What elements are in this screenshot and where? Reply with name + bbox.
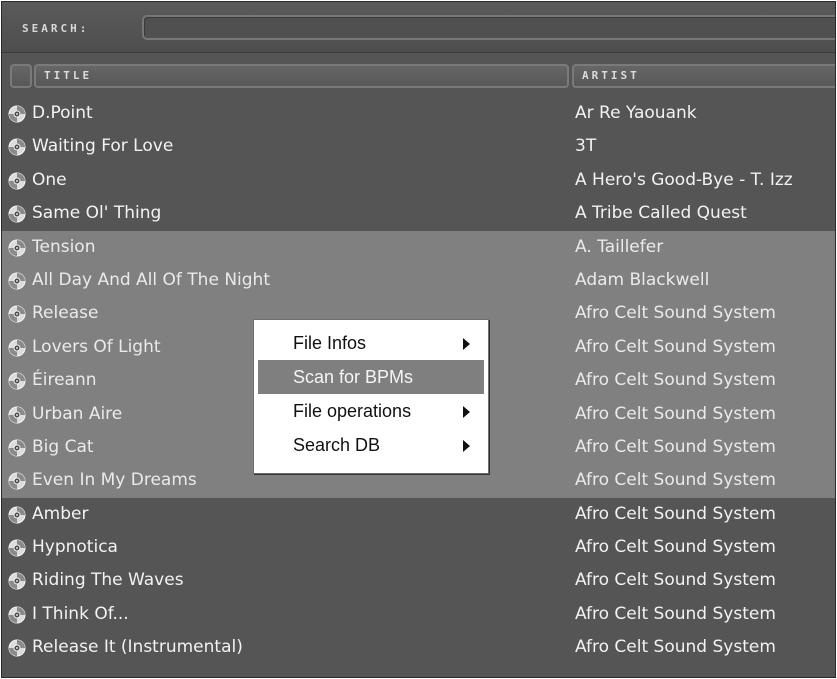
track-row[interactable]: All Day And All Of The Night Adam Blackwe… — [2, 263, 835, 298]
track-row[interactable]: Same Ol' Thing A Tribe Called Quest — [2, 197, 835, 230]
track-title: One — [32, 169, 67, 190]
track-row[interactable]: Release It (Instrumental) Afro Celt Sound… — [2, 631, 835, 664]
cd-icon — [8, 639, 26, 657]
cd-icon — [8, 138, 26, 156]
cd-icon — [8, 272, 26, 290]
music-browser-window: SEARCH: TITLE ARTIST D.Point Ar Re Yaouan… — [1, 1, 836, 678]
cd-icon — [8, 572, 26, 590]
track-row[interactable]: Hypnotica Afro Celt Sound System — [2, 531, 835, 564]
track-title: Even In My Dreams — [32, 470, 197, 491]
track-row[interactable]: Riding The Waves Afro Celt Sound System — [2, 564, 835, 597]
track-artist: A. Taillefer — [575, 236, 664, 257]
column-header-row: TITLE ARTIST — [2, 64, 835, 90]
track-title: Riding The Waves — [32, 570, 184, 591]
cd-icon — [8, 205, 26, 223]
track-artist: Afro Celt Sound System — [575, 603, 776, 624]
track-row[interactable]: Waiting For Love 3T — [2, 130, 835, 163]
track-title: Lovers Of Light — [32, 336, 161, 357]
submenu-arrow-icon — [463, 338, 470, 350]
track-artist: Afro Celt Sound System — [575, 370, 776, 391]
track-artist: 3T — [575, 136, 597, 157]
track-artist: Adam Blackwell — [575, 269, 710, 290]
menu-item-file-operations[interactable]: File operations — [258, 394, 484, 428]
track-artist: Afro Celt Sound System — [575, 570, 776, 591]
search-label: SEARCH: — [22, 22, 90, 35]
menu-item-label: Scan for BPMs — [293, 367, 414, 387]
menu-item-scan-for-bpms[interactable]: Scan for BPMs — [258, 360, 484, 394]
menu-item-search-db[interactable]: Search DB — [258, 428, 484, 462]
track-artist: A Hero's Good-Bye - T. Izz — [575, 169, 793, 190]
track-title: D.Point — [32, 103, 93, 123]
track-row[interactable]: One A Hero's Good-Bye - T. Izz — [2, 164, 835, 197]
cd-icon — [8, 406, 26, 424]
track-title: Big Cat — [32, 436, 94, 457]
cd-icon — [8, 372, 26, 390]
cd-icon — [8, 305, 26, 323]
cd-icon — [8, 172, 26, 190]
cd-icon — [8, 606, 26, 624]
column-header-title[interactable]: TITLE — [34, 64, 569, 88]
track-artist: Afro Celt Sound System — [575, 336, 776, 357]
cd-icon — [8, 539, 26, 557]
cd-icon — [8, 439, 26, 457]
submenu-arrow-icon — [463, 406, 470, 418]
track-row[interactable]: I Think Of... Afro Celt Sound System — [2, 598, 835, 631]
cd-icon — [8, 239, 26, 257]
track-title: Urban Aire — [32, 403, 123, 424]
menu-item-label: Search DB — [293, 435, 381, 455]
context-menu: File Infos Scan for BPMs File operations Se… — [253, 319, 489, 474]
track-title: Release It (Instrumental) — [32, 637, 243, 658]
track-title: Hypnotica — [32, 537, 118, 558]
track-artist: Afro Celt Sound System — [575, 537, 776, 558]
track-artist: Ar Re Yaouank — [575, 103, 697, 123]
cd-icon — [8, 339, 26, 357]
track-title: Same Ol' Thing — [32, 203, 162, 224]
column-header-artist[interactable]: ARTIST — [572, 64, 835, 88]
menu-item-label: File Infos — [293, 333, 367, 353]
track-title: Release — [32, 303, 99, 324]
track-artist: Afro Celt Sound System — [575, 637, 776, 658]
track-artist: Afro Celt Sound System — [575, 436, 776, 457]
track-title: I Think Of... — [32, 603, 129, 624]
track-artist: Afro Celt Sound System — [575, 503, 776, 524]
cd-icon — [8, 105, 26, 123]
menu-item-label: File operations — [293, 401, 412, 421]
cd-icon — [8, 472, 26, 490]
search-input[interactable] — [142, 15, 835, 40]
track-title: Waiting For Love — [32, 136, 174, 157]
track-artist: Afro Celt Sound System — [575, 403, 776, 424]
track-row[interactable]: Tension A. Taillefer — [2, 230, 835, 264]
track-title: Tension — [32, 236, 96, 257]
menu-item-file-infos[interactable]: File Infos — [258, 326, 484, 360]
track-row[interactable]: D.Point Ar Re Yaouank — [2, 97, 835, 130]
submenu-arrow-icon — [463, 440, 470, 452]
track-row[interactable]: Amber Afro Celt Sound System — [2, 498, 835, 531]
cd-icon — [8, 506, 26, 524]
track-title: Éireann — [32, 370, 97, 391]
track-artist: Afro Celt Sound System — [575, 470, 776, 491]
search-bar: SEARCH: — [2, 2, 835, 53]
track-title: Amber — [32, 503, 89, 524]
track-artist: Afro Celt Sound System — [575, 303, 776, 324]
track-title: All Day And All Of The Night — [32, 269, 270, 290]
column-header-icon[interactable] — [10, 64, 32, 88]
track-artist: A Tribe Called Quest — [575, 203, 747, 224]
